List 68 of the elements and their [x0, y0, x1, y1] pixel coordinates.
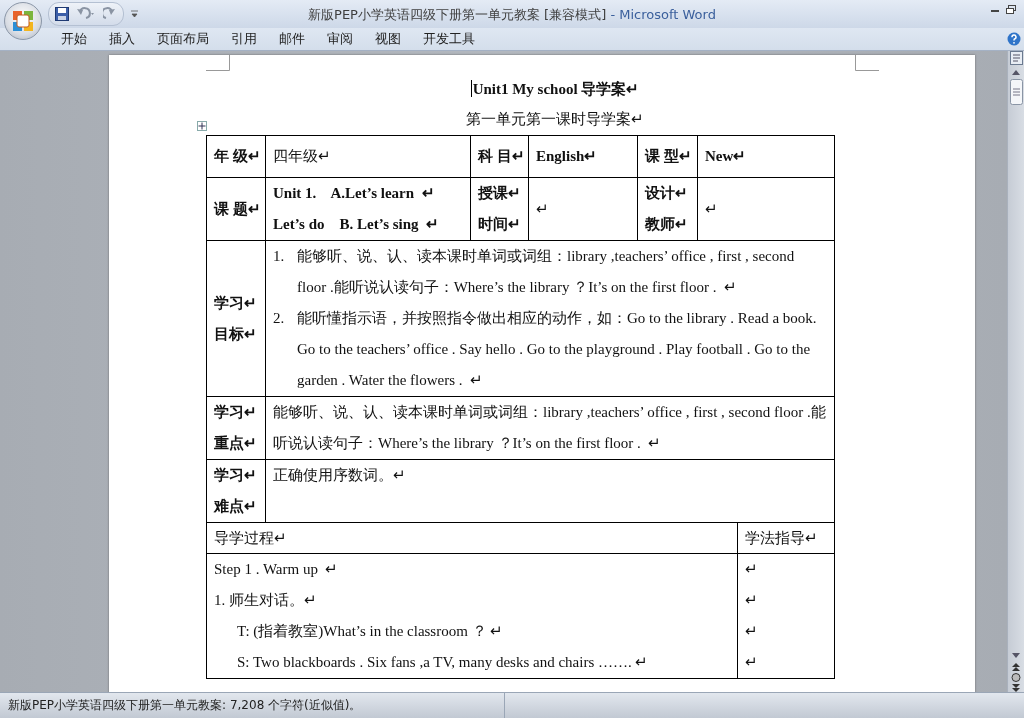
- text: 导学过程↵: [214, 529, 288, 548]
- text: 重点↵: [214, 434, 258, 453]
- browse-object-icon[interactable]: [1010, 672, 1022, 683]
- list-number: 2.: [273, 309, 286, 328]
- document-subtitle: 第一单元第一课时导学案↵: [466, 111, 644, 127]
- text: ↵: [705, 199, 719, 219]
- redo-icon[interactable]: [103, 7, 117, 21]
- text-cursor: [470, 80, 472, 97]
- ribbon-tab[interactable]: 邮件: [268, 28, 316, 50]
- crop-mark-icon: [206, 55, 230, 71]
- text: Unit 1. A.Let’s learn ↵: [273, 184, 436, 203]
- text: 学习↵: [214, 293, 258, 313]
- previous-page-icon[interactable]: [1010, 663, 1022, 672]
- text: 目标↵: [214, 324, 258, 344]
- text: 正确使用序数词。↵: [273, 466, 407, 485]
- office-button[interactable]: [4, 2, 42, 40]
- text: S: Two blackboards . Six fans ,a TV, many desks and chairs ……. ↵: [236, 653, 650, 672]
- text: Step 1 . Warm up ↵: [214, 560, 340, 579]
- text: 能够听、说、认、读本课时单词或词组：library ,teachers’ office , first , second floor .能听说认读句子：Where’s the library ？It’s on the first floor . ↵: [273, 403, 827, 453]
- text: Let’s do B. Let’s sing ↵: [273, 215, 441, 234]
- text: ↵: [745, 653, 759, 672]
- ribbon-tab[interactable]: 引用: [220, 28, 268, 50]
- document-title: Unit1 My school 导学案↵: [472, 81, 640, 97]
- help-icon[interactable]: [1007, 32, 1021, 46]
- text: 难点↵: [214, 497, 258, 516]
- text: New↵: [705, 147, 748, 166]
- ribbon-tab[interactable]: 视图: [364, 28, 412, 50]
- text: 科 目↵: [478, 147, 521, 166]
- text: 能听懂指示语，并按照指令做出相应的动作，如：Go to the library . Read a book. Go to the teachers’ office . Say hello . Go to the playground . Play football . Go to the garden . Water the flowers . ↵: [297, 309, 818, 390]
- app-name: Microsoft Word: [619, 7, 716, 22]
- ribbon-tab[interactable]: 开发工具: [412, 28, 486, 50]
- text: English↵: [536, 147, 599, 166]
- text: ↵: [745, 560, 759, 579]
- text: 课 型↵: [645, 147, 690, 166]
- title-separator: -: [610, 7, 616, 22]
- text: ↵: [745, 591, 759, 610]
- text: 能够听、说、认、读本课时单词或词组：library ,teachers’ office , first , second floor .能听说认读句子：Where’s the library ？It’s on the first floor . ↵: [297, 247, 796, 297]
- text: 授课↵: [478, 184, 521, 203]
- text: 设计↵: [645, 184, 689, 203]
- text: 教师↵: [645, 215, 689, 234]
- logo-icon: [12, 10, 34, 32]
- text: 学习↵: [214, 403, 258, 422]
- crop-mark-icon: [855, 55, 879, 71]
- text: 时间↵: [478, 215, 521, 234]
- text: T: (指着教室)What’s in the classroom ？ ↵: [236, 622, 505, 641]
- scroll-thumb-icon[interactable]: [1009, 79, 1023, 105]
- table-move-handle-icon[interactable]: [197, 121, 207, 131]
- list-number: 1.: [273, 247, 286, 266]
- status-text: 新版PEP小学英语四级下册第一单元教案: 7,208 个字符(近似值)。: [0, 693, 505, 718]
- save-icon[interactable]: [55, 7, 69, 21]
- undo-icon[interactable]: [75, 7, 97, 21]
- ruler-toggle-icon[interactable]: [1009, 51, 1023, 65]
- text: ↵: [536, 199, 550, 219]
- ribbon-tab[interactable]: 审阅: [316, 28, 364, 50]
- text: 四年级↵: [273, 147, 332, 166]
- text: 学习↵: [214, 466, 258, 485]
- text: 年 级↵: [214, 147, 258, 166]
- customize-menu-icon[interactable]: [130, 9, 139, 19]
- vertical-scrollbar[interactable]: [1007, 51, 1024, 692]
- text: 学法指导↵: [745, 529, 819, 548]
- text: ↵: [745, 622, 759, 641]
- text: 1. 师生对话。↵: [214, 591, 318, 610]
- ribbon-tab[interactable]: 页面布局: [146, 28, 220, 50]
- window-title: 新版PEP小学英语四级下册第一单元教案 [兼容模式]: [308, 7, 607, 22]
- restore-icon[interactable]: [1006, 5, 1016, 14]
- ribbon-tab[interactable]: 插入: [98, 28, 146, 50]
- ribbon-tab[interactable]: 开始: [50, 28, 98, 50]
- text: 课 题↵: [214, 199, 258, 219]
